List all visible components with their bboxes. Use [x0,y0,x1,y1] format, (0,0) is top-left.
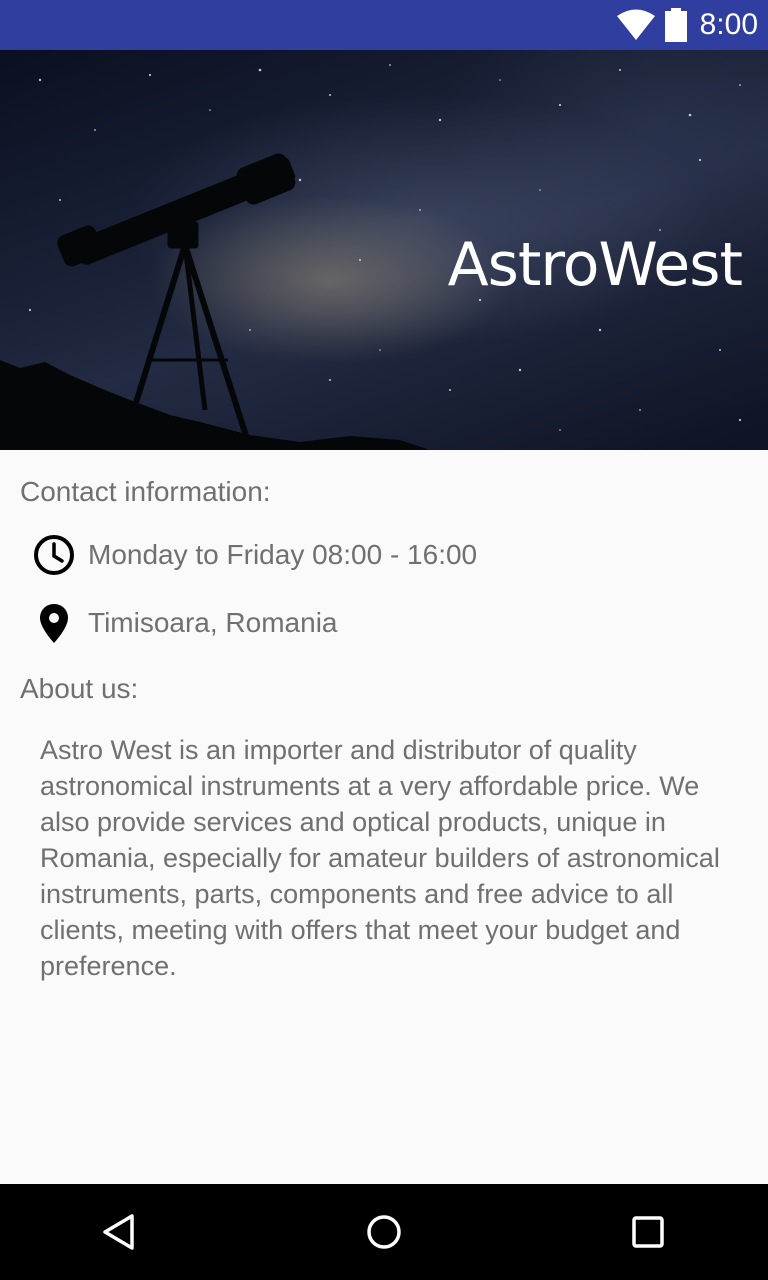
contact-heading: Contact information: [20,476,271,507]
status-bar: 8:00 [0,0,768,50]
back-icon[interactable] [96,1208,144,1256]
wifi-icon [616,9,655,40]
app-title: AstroWest [447,230,743,300]
hours-row: Monday to Friday 08:00 - 16:00 [30,530,477,580]
about-text: Astro West is an importer and distributo… [40,735,720,981]
header-image: AstroWest [0,50,768,450]
location-text: Timisoara, Romania [88,607,338,638]
navigation-bar [0,1184,768,1280]
status-icons: 8:00 [616,0,758,50]
about-heading: About us: [20,673,139,704]
location-row: Timisoara, Romania [30,598,337,648]
location-pin-icon [40,604,68,643]
recents-icon[interactable] [624,1208,672,1256]
status-time: 8:00 [699,8,758,41]
clock-icon [34,535,74,575]
hours-text: Monday to Friday 08:00 - 16:00 [88,539,478,570]
battery-icon [664,8,687,42]
home-icon[interactable] [360,1208,408,1256]
